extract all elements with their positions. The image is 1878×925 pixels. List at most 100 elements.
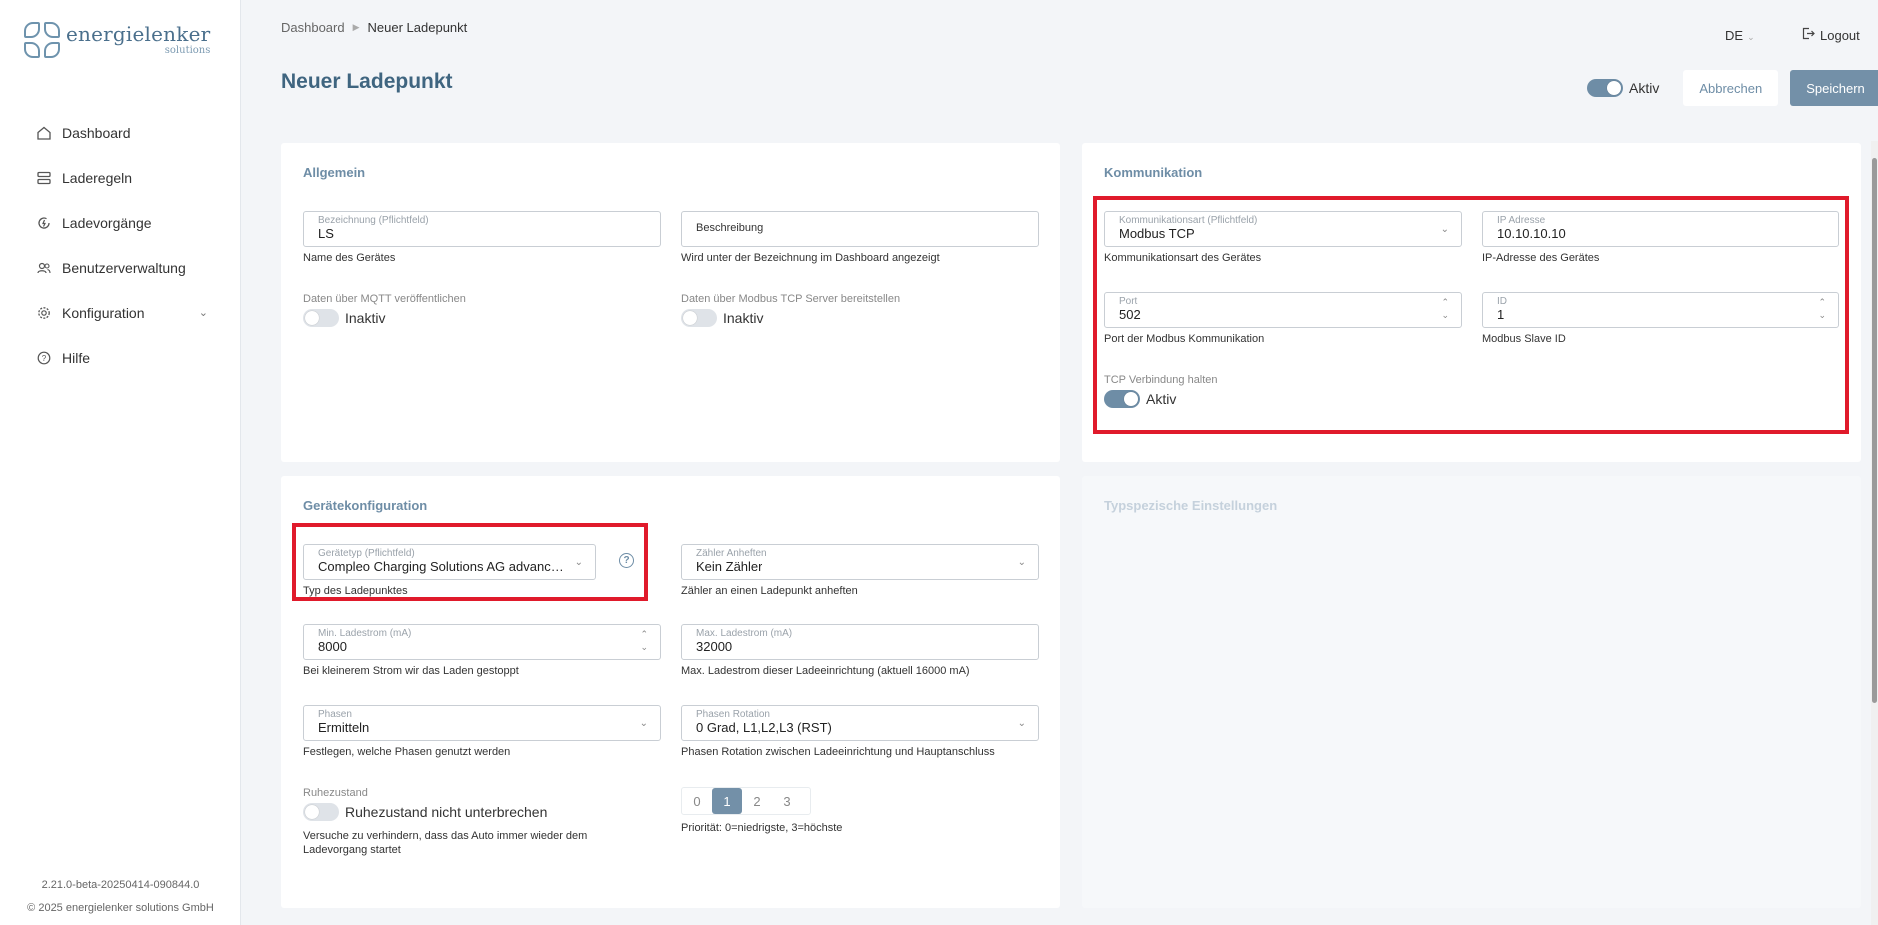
field-value: Ermitteln — [318, 720, 370, 735]
chevron-down-icon: ⌄ — [198, 307, 208, 319]
phasen-rotation-select[interactable]: Phasen Rotation 0 Grad, L1,L2,L3 (RST) ⌄ — [681, 705, 1039, 741]
breadcrumb: Dashboard ▶ Neuer Ladepunkt — [281, 20, 467, 35]
prioritaet-field: 0 1 2 3 Priorität: 0=niedrigste, 3=höchs… — [681, 787, 1039, 835]
mqtt-toggle[interactable] — [303, 309, 339, 327]
sidebar-item-label: Benutzerverwaltung — [62, 259, 186, 276]
zaehler-field: Zähler Anheften Kein Zähler ⌄ Zähler an … — [681, 544, 1039, 598]
sidebar-item-laderegeln[interactable]: Laderegeln — [0, 155, 240, 200]
sidebar-nav: Dashboard Laderegeln Ladevorgänge Benutz… — [0, 110, 240, 380]
prio-option-1[interactable]: 1 — [712, 788, 742, 814]
ruhezustand-toggle[interactable] — [303, 803, 339, 821]
port-input[interactable]: Port 502 ⌃ ⌄ — [1104, 292, 1462, 328]
field-label: Bezeichnung (Pflichtfeld) — [318, 215, 429, 226]
kommunikationsart-select[interactable]: Kommunikationsart (Pflichtfeld) Modbus T… — [1104, 211, 1462, 247]
language-select[interactable]: DE ⌄ — [1725, 28, 1755, 43]
copyright: © 2025 energielenker solutions GmbH — [27, 902, 214, 914]
field-label: Gerätetyp (Pflichtfeld) — [318, 548, 415, 559]
stepper-icon[interactable]: ⌃ ⌄ — [1441, 296, 1449, 322]
breadcrumb-root[interactable]: Dashboard — [281, 20, 345, 35]
field-hint: Max. Ladestrom dieser Ladeeinrichtung (a… — [681, 665, 970, 677]
field-hint: Phasen Rotation zwischen Ladeeinrichtung… — [681, 746, 995, 758]
field-label: Zähler Anheften — [696, 548, 767, 559]
field-hint: Kommunikationsart des Gerätes — [1104, 252, 1262, 264]
field-value: Compleo Charging Solutions AG advanced (… — [318, 559, 565, 574]
help-circle-icon[interactable]: ? — [619, 553, 634, 568]
sidebar-item-label: Konfiguration — [62, 304, 145, 321]
beschreibung-field: Beschreibung Wird unter der Bezeichnung … — [681, 211, 1039, 265]
sidebar-item-konfiguration[interactable]: Konfiguration ⌄ — [0, 290, 240, 335]
port-field: Port 502 ⌃ ⌄ Port der Modbus Kommunikatio… — [1104, 292, 1462, 346]
save-button[interactable]: Speichern — [1790, 70, 1878, 106]
chevron-down-icon: ⌄ — [1747, 32, 1755, 42]
max-strom-input[interactable]: Max. Ladestrom (mA) 32000 — [681, 624, 1039, 660]
geraetetyp-field: Gerätetyp (Pflichtfeld) Compleo Charging… — [303, 544, 596, 598]
zaehler-select[interactable]: Zähler Anheften Kein Zähler ⌄ — [681, 544, 1039, 580]
prio-option-2[interactable]: 2 — [742, 788, 772, 814]
gear-icon — [36, 305, 52, 321]
prio-option-3[interactable]: 3 — [772, 788, 802, 814]
sidebar-item-hilfe[interactable]: ? Hilfe — [0, 335, 240, 380]
sidebar-item-label: Hilfe — [62, 349, 91, 366]
logout-icon — [1802, 27, 1815, 43]
toggle-state: Inaktiv — [345, 310, 386, 326]
field-value: LS — [318, 226, 334, 241]
phasen-rotation-field: Phasen Rotation 0 Grad, L1,L2,L3 (RST) ⌄… — [681, 705, 1039, 759]
phasen-select[interactable]: Phasen Ermitteln ⌄ — [303, 705, 661, 741]
language-value: DE — [1725, 28, 1744, 43]
field-hint: Priorität: 0=niedrigste, 3=höchste — [681, 822, 843, 834]
slave-id-field: ID 1 ⌃ ⌄ Modbus Slave ID — [1482, 292, 1839, 346]
breadcrumb-separator-icon: ▶ — [352, 22, 360, 32]
ruhezustand-toggle-block: Ruhezustand Ruhezustand nicht unterbrech… — [303, 787, 643, 857]
logout-label: Logout — [1820, 27, 1860, 43]
field-value: 1 — [1497, 307, 1505, 322]
toggle-state: Ruhezustand nicht unterbrechen — [345, 804, 548, 820]
beschreibung-input[interactable]: Beschreibung — [681, 211, 1039, 247]
card-title: Gerätekonfiguration — [303, 498, 428, 513]
field-hint: Zähler an einen Ladepunkt anheften — [681, 585, 858, 597]
active-toggle[interactable] — [1587, 79, 1623, 97]
min-strom-field: Min. Ladestrom (mA) 8000 ⌃ ⌄ Bei kleinere… — [303, 624, 661, 678]
field-hint: Name des Gerätes — [303, 252, 396, 264]
brand-name: energielenker — [66, 22, 211, 46]
scrollbar-thumb[interactable] — [1872, 158, 1877, 703]
kommunikationsart-field: Kommunikationsart (Pflichtfeld) Modbus T… — [1104, 211, 1462, 265]
field-label: Phasen — [318, 709, 352, 720]
tcp-keep-toggle[interactable] — [1104, 390, 1140, 408]
stepper-icon[interactable]: ⌃ ⌄ — [640, 628, 648, 654]
card-title: Kommunikation — [1104, 165, 1203, 180]
field-hint: Wird unter der Bezeichnung im Dashboard … — [681, 252, 940, 264]
card-allgemein: Allgemein Bezeichnung (Pflichtfeld) LS N… — [281, 143, 1060, 462]
prio-option-0[interactable]: 0 — [682, 788, 712, 814]
card-geraetekonfiguration: Gerätekonfiguration Gerätetyp (Pflichtfe… — [281, 476, 1060, 908]
brand-sub: solutions — [164, 45, 211, 56]
toggle-title: TCP Verbindung halten — [1104, 374, 1218, 386]
min-strom-input[interactable]: Min. Ladestrom (mA) 8000 ⌃ ⌄ — [303, 624, 661, 660]
field-value: Modbus TCP — [1119, 226, 1195, 241]
field-label: Port — [1119, 296, 1138, 307]
modbus-server-toggle[interactable] — [681, 309, 717, 327]
header-actions: Aktiv Abbrechen Speichern — [1587, 70, 1878, 106]
brand-logo[interactable]: energielenker solutions — [24, 22, 210, 58]
sidebar-item-benutzerverwaltung[interactable]: Benutzerverwaltung — [0, 245, 240, 290]
geraetetyp-select[interactable]: Gerätetyp (Pflichtfeld) Compleo Charging… — [303, 544, 596, 580]
stepper-icon[interactable]: ⌃ ⌄ — [1818, 296, 1826, 322]
chevron-down-icon: ⌄ — [574, 557, 583, 568]
toggle-state: Aktiv — [1146, 391, 1177, 407]
field-hint: Festlegen, welche Phasen genutzt werden — [303, 746, 511, 758]
card-title: Allgemein — [303, 165, 366, 180]
field-label: Max. Ladestrom (mA) — [696, 628, 793, 639]
logout-button[interactable]: Logout — [1802, 27, 1860, 43]
cancel-button[interactable]: Abbrechen — [1683, 70, 1779, 106]
breadcrumb-current: Neuer Ladepunkt — [367, 20, 468, 35]
field-label: IP Adresse — [1497, 215, 1546, 226]
field-hint: Port der Modbus Kommunikation — [1104, 333, 1265, 345]
ip-input[interactable]: IP Adresse 10.10.10.10 — [1482, 211, 1839, 247]
sidebar-item-label: Dashboard — [62, 124, 131, 141]
slave-id-input[interactable]: ID 1 ⌃ ⌄ — [1482, 292, 1839, 328]
field-value: 0 Grad, L1,L2,L3 (RST) — [696, 720, 832, 735]
sidebar-item-ladevorgaenge[interactable]: Ladevorgänge — [0, 200, 240, 245]
field-value: 10.10.10.10 — [1497, 226, 1566, 241]
toggle-title: Daten über MQTT veröffentlichen — [303, 293, 466, 305]
sidebar-item-dashboard[interactable]: Dashboard — [0, 110, 240, 155]
bezeichnung-input[interactable]: Bezeichnung (Pflichtfeld) LS — [303, 211, 661, 247]
